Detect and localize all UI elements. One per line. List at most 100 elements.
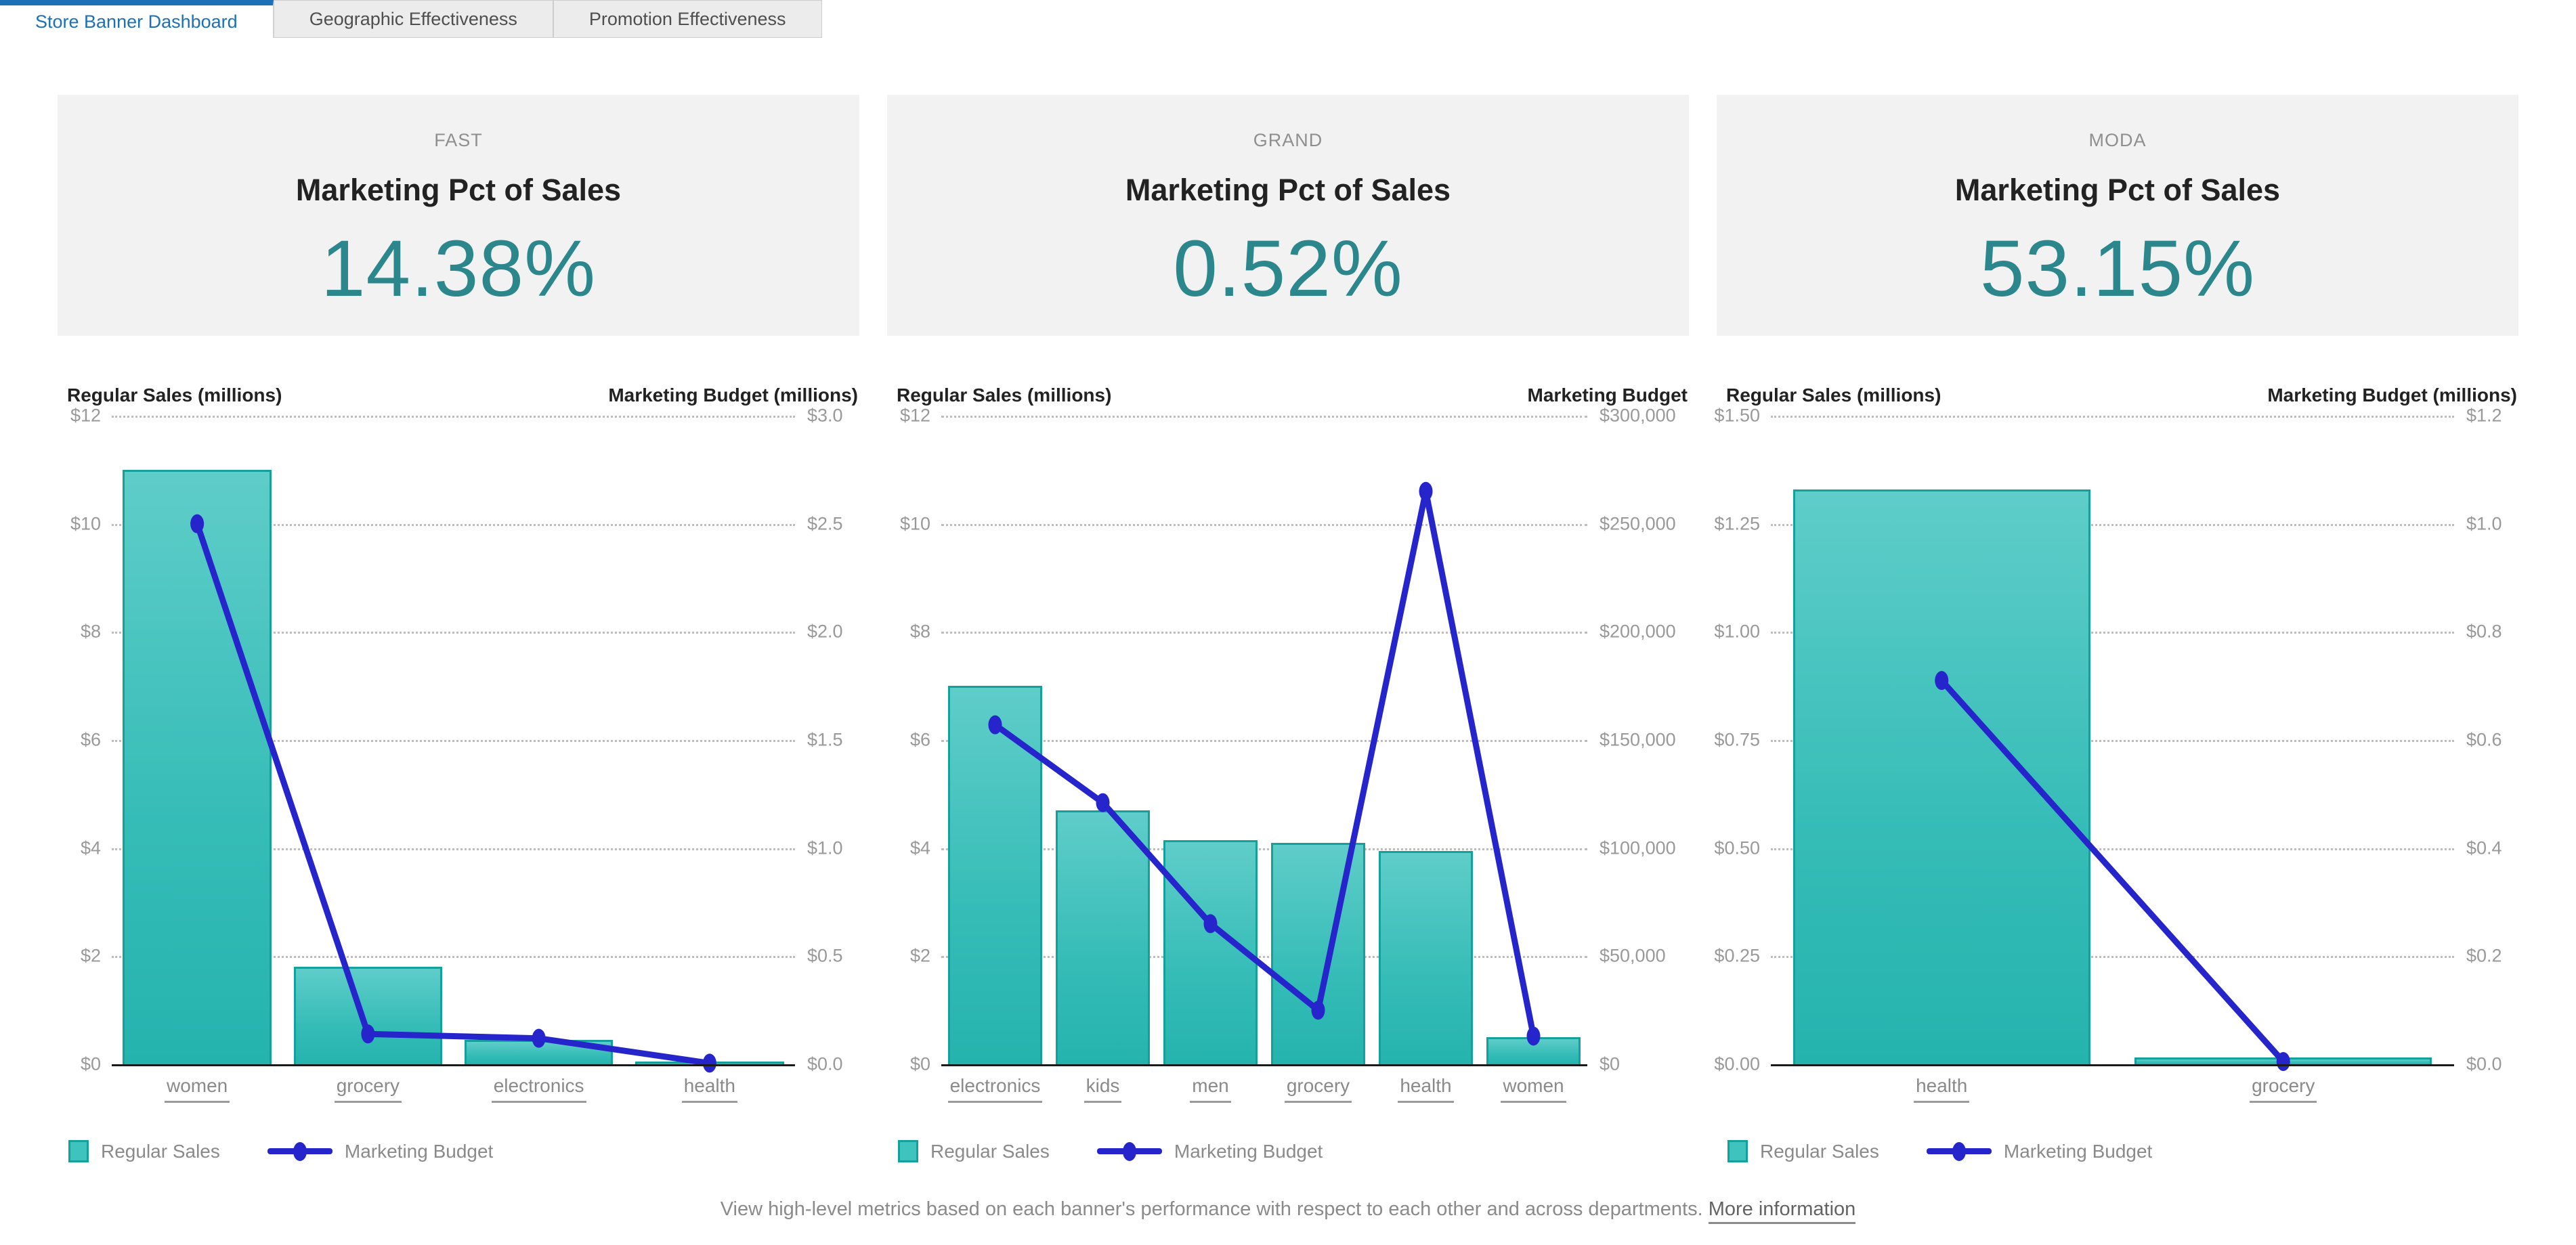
- legend-line-marker-icon: [1927, 1148, 1992, 1154]
- marketing-budget-line: [1771, 416, 2454, 1064]
- combo-chart-fast: $12$10$8$6$4$2$0 $3.0$2.5$2.0$1.5$1.0$0.…: [58, 416, 859, 1122]
- tab-promotion-effectiveness[interactable]: Promotion Effectiveness: [553, 0, 822, 38]
- line-point-women[interactable]: [190, 515, 204, 533]
- category-label-electronics[interactable]: electronics: [941, 1075, 1049, 1097]
- more-information-link[interactable]: More information: [1709, 1198, 1856, 1224]
- combo-chart-grand: $12$10$8$6$4$2$0 $300,000$250,000$200,00…: [887, 416, 1689, 1122]
- right-axis-title: Marketing Budget (millions): [2267, 385, 2517, 406]
- right-tick-label: $1.2: [2466, 406, 2502, 427]
- left-tick-label: $1.00: [1714, 621, 1760, 642]
- right-tick-label: $0: [1600, 1054, 1620, 1075]
- category-label-health[interactable]: health: [1372, 1075, 1480, 1097]
- left-tick-label: $0.25: [1714, 946, 1760, 967]
- left-tick-label: $12: [900, 406, 930, 427]
- line-point-health[interactable]: [1935, 671, 1948, 690]
- category-label-women[interactable]: women: [112, 1075, 282, 1097]
- kpi-title: Marketing Pct of Sales: [887, 173, 1689, 208]
- legend-line-label: Marketing Budget: [1174, 1141, 1323, 1162]
- kpi-banner-name: FAST: [58, 130, 859, 151]
- legend-bar-label: Regular Sales: [101, 1141, 220, 1162]
- right-tick-label: $0.6: [2466, 730, 2502, 751]
- category-label-grocery[interactable]: grocery: [2113, 1075, 2455, 1097]
- x-axis-baseline: [1771, 1064, 2454, 1066]
- kpi-value: 0.52%: [887, 223, 1689, 315]
- x-axis-baseline: [941, 1064, 1587, 1066]
- right-tick-label: $3.0: [807, 406, 843, 427]
- category-label-grocery[interactable]: grocery: [1264, 1075, 1372, 1097]
- category-label-men[interactable]: men: [1157, 1075, 1264, 1097]
- right-tick-label: $250,000: [1600, 513, 1676, 534]
- left-axis: $12$10$8$6$4$2$0: [58, 416, 112, 1064]
- line-point-electronics[interactable]: [532, 1029, 546, 1048]
- line-point-health[interactable]: [1419, 482, 1433, 501]
- legend-bar-label: Regular Sales: [930, 1141, 1050, 1162]
- x-axis-baseline: [112, 1064, 795, 1066]
- line-point-grocery[interactable]: [2277, 1052, 2290, 1071]
- dashboard-panels: FAST Marketing Pct of Sales 14.38% Regul…: [0, 38, 2576, 1162]
- line-point-men[interactable]: [1204, 914, 1218, 933]
- left-tick-label: $8: [910, 621, 930, 642]
- right-axis: $300,000$250,000$200,000$150,000$100,000…: [1587, 416, 1689, 1064]
- chart-legend: Regular Sales Marketing Budget: [898, 1140, 1689, 1162]
- right-tick-label: $0.5: [807, 946, 843, 967]
- legend-line-marker-icon: [1097, 1148, 1162, 1154]
- x-axis-labels: healthgrocery: [1771, 1075, 2454, 1122]
- right-tick-label: $200,000: [1600, 621, 1676, 642]
- axis-titles-row: Regular Sales (millions) Marketing Budge…: [1717, 378, 2518, 406]
- legend-bar-label: Regular Sales: [1760, 1141, 1879, 1162]
- left-tick-label: $1.25: [1714, 513, 1760, 534]
- plot-area: [1771, 416, 2454, 1064]
- left-tick-label: $6: [81, 730, 101, 751]
- legend-line-marker-icon: [267, 1148, 332, 1154]
- right-tick-label: $100,000: [1600, 837, 1676, 858]
- plot-area: [112, 416, 795, 1064]
- left-tick-label: $6: [910, 730, 930, 751]
- right-tick-label: $0.8: [2466, 621, 2502, 642]
- right-tick-label: $2.0: [807, 621, 843, 642]
- marketing-budget-line: [112, 416, 795, 1064]
- line-point-electronics[interactable]: [989, 716, 1002, 735]
- line-point-kids[interactable]: [1096, 793, 1110, 812]
- marketing-budget-line: [941, 416, 1587, 1064]
- line-point-women[interactable]: [1527, 1026, 1541, 1045]
- tab-geographic-effectiveness[interactable]: Geographic Effectiveness: [274, 0, 553, 38]
- kpi-banner-name: MODA: [1717, 130, 2518, 151]
- category-label-electronics[interactable]: electronics: [454, 1075, 624, 1097]
- left-tick-label: $10: [900, 513, 930, 534]
- category-label-women[interactable]: women: [1480, 1075, 1587, 1097]
- right-tick-label: $1.0: [2466, 513, 2502, 534]
- right-axis: $1.2$1.0$0.8$0.6$0.4$0.2$0.0: [2454, 416, 2518, 1064]
- line-path: [1941, 680, 2283, 1062]
- right-tick-label: $2.5: [807, 513, 843, 534]
- left-tick-label: $4: [81, 837, 101, 858]
- legend-line-label: Marketing Budget: [2004, 1141, 2152, 1162]
- category-label-health[interactable]: health: [624, 1075, 795, 1097]
- left-tick-label: $0.00: [1714, 1054, 1760, 1075]
- axis-titles-row: Regular Sales (millions) Marketing Budge…: [58, 378, 859, 406]
- line-point-health[interactable]: [703, 1053, 716, 1072]
- tab-bar: Store Banner Dashboard Geographic Effect…: [0, 0, 2576, 38]
- right-tick-label: $0.2: [2466, 946, 2502, 967]
- legend-bar-swatch-icon: [898, 1140, 918, 1162]
- kpi-card-moda: MODA Marketing Pct of Sales 53.15%: [1717, 95, 2518, 336]
- left-tick-label: $0.50: [1714, 837, 1760, 858]
- left-axis-title: Regular Sales (millions): [897, 385, 1111, 406]
- line-point-grocery[interactable]: [361, 1024, 374, 1043]
- category-label-kids[interactable]: kids: [1049, 1075, 1157, 1097]
- kpi-title: Marketing Pct of Sales: [1717, 173, 2518, 208]
- axis-titles-row: Regular Sales (millions) Marketing Budge…: [887, 378, 1689, 406]
- category-label-health[interactable]: health: [1771, 1075, 2113, 1097]
- kpi-card-grand: GRAND Marketing Pct of Sales 0.52%: [887, 95, 1689, 336]
- right-tick-label: $150,000: [1600, 730, 1676, 751]
- x-axis-labels: womengroceryelectronicshealth: [112, 1075, 795, 1122]
- category-label-grocery[interactable]: grocery: [282, 1075, 453, 1097]
- legend-bar-swatch-icon: [68, 1140, 89, 1162]
- tab-store-banner-dashboard[interactable]: Store Banner Dashboard: [0, 0, 274, 38]
- kpi-title: Marketing Pct of Sales: [58, 173, 859, 208]
- plot-area: [941, 416, 1587, 1064]
- right-tick-label: $1.0: [807, 837, 843, 858]
- footer-text: View high-level metrics based on each ba…: [721, 1198, 1703, 1220]
- left-tick-label: $2: [81, 946, 101, 967]
- line-point-grocery[interactable]: [1312, 1001, 1325, 1020]
- chart-legend: Regular Sales Marketing Budget: [68, 1140, 859, 1162]
